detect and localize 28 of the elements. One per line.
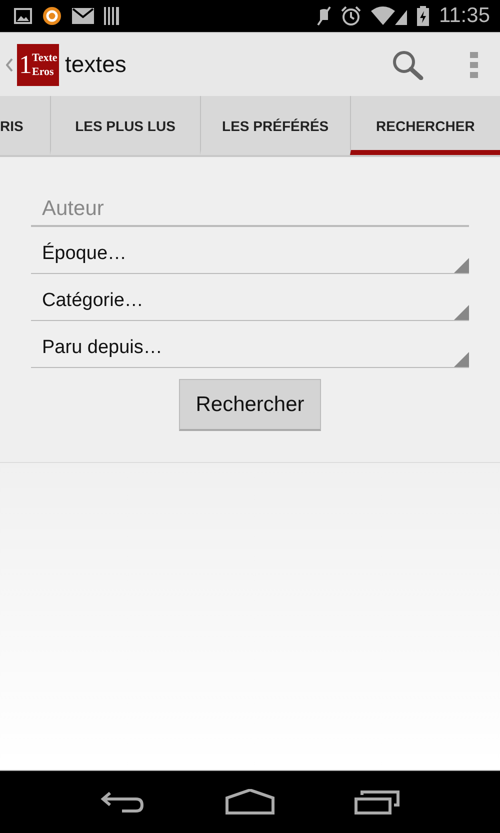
signal-icon	[371, 6, 407, 26]
author-field[interactable]: Auteur	[31, 193, 469, 227]
search-button[interactable]: Rechercher	[179, 379, 321, 431]
app-title: textes	[65, 51, 128, 78]
dropdown-corner-icon	[454, 352, 469, 367]
search-icon[interactable]	[392, 50, 424, 80]
dropdown[interactable]: Catégorie…	[31, 274, 469, 321]
tab[interactable]: LES PRÉFÉRÉS	[200, 96, 350, 155]
up-caret-icon	[6, 58, 13, 72]
mail-icon	[72, 8, 94, 24]
dropdown[interactable]: Époque…	[31, 227, 469, 274]
clock-time: 11:35	[439, 4, 490, 28]
picture-icon	[14, 8, 32, 24]
logo-word: Eros	[32, 64, 55, 78]
dropdown-corner-icon	[454, 258, 469, 273]
logo-number: 1	[19, 52, 32, 78]
recent-apps-icon[interactable]	[354, 789, 400, 815]
bars-icon	[104, 7, 120, 25]
circle-icon	[42, 6, 62, 26]
home-icon[interactable]	[224, 789, 275, 815]
logo-word: Texte	[32, 50, 58, 64]
dropdown-corner-icon	[454, 305, 469, 320]
tab[interactable]: RIS	[0, 96, 50, 155]
battery-icon	[417, 6, 429, 26]
tab[interactable]: LES PLUS LUS	[50, 96, 200, 155]
back-icon[interactable]	[100, 789, 146, 815]
alarm-icon	[341, 6, 361, 26]
dropdown[interactable]: Paru depuis…	[31, 321, 469, 368]
